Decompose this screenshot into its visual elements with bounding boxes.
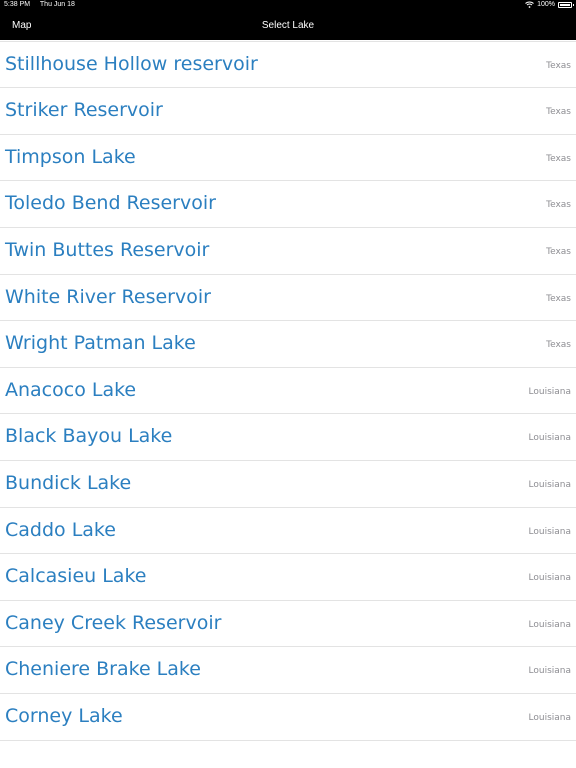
lake-name: Corney Lake (5, 704, 123, 727)
wifi-icon (525, 1, 534, 8)
battery-icon (558, 1, 574, 8)
lake-row[interactable]: Cheniere Brake Lake Louisiana (0, 647, 576, 694)
lake-state: Texas (546, 107, 571, 118)
lake-row[interactable]: Calcasieu Lake Louisiana (0, 554, 576, 601)
lake-row[interactable]: Black Bayou Lake Louisiana (0, 414, 576, 461)
lake-row[interactable]: Stillhouse Hollow reservoir Texas (0, 42, 576, 89)
lake-state: Louisiana (528, 479, 572, 490)
lake-row[interactable]: Toledo Bend Reservoir Texas (0, 181, 576, 228)
lake-state: Louisiana (528, 433, 572, 444)
lake-name: White River Reservoir (5, 285, 211, 308)
status-date: Thu Jun 18 (39, 1, 75, 8)
page-title: Select Lake (261, 20, 315, 31)
lake-name: Anacoco Lake (5, 378, 137, 401)
lake-name: Wright Patman Lake (5, 332, 196, 355)
status-bar: 5:38 PM Thu Jun 18 100% (0, 0, 576, 12)
lake-name: Twin Buttes Reservoir (5, 238, 210, 261)
lake-name: Bundick Lake (5, 471, 132, 494)
lake-name: Black Bayou Lake (5, 425, 173, 448)
lake-state: Texas (546, 200, 571, 211)
lake-name: Caddo Lake (5, 518, 116, 541)
lake-name: Striker Reservoir (5, 99, 163, 122)
lake-row[interactable]: Wright Patman Lake Texas (0, 321, 576, 368)
lake-row[interactable]: Striker Reservoir Texas (0, 88, 576, 135)
lake-state: Texas (546, 60, 571, 71)
lake-row[interactable]: Corney Lake Louisiana (0, 694, 576, 741)
lake-state: Louisiana (528, 526, 572, 537)
lake-name: Calcasieu Lake (5, 565, 147, 588)
lake-state: Louisiana (528, 712, 572, 723)
lake-list[interactable]: Sam Rayburn ReservoirTexasStillhouse Hol… (0, 0, 576, 741)
lake-state: Louisiana (528, 386, 572, 397)
lake-name: Cheniere Brake Lake (5, 658, 201, 681)
navigation-bar: Map Select Lake (0, 12, 576, 40)
lake-row[interactable]: Caney Creek Reservoir Louisiana (0, 601, 576, 648)
lake-state: Texas (546, 153, 571, 164)
lake-name: Caney Creek Reservoir (5, 611, 222, 634)
lake-state: Texas (546, 340, 571, 351)
lake-row[interactable]: Twin Buttes Reservoir Texas (0, 228, 576, 275)
lake-state: Louisiana (528, 573, 572, 584)
lake-state: Texas (546, 293, 571, 304)
lake-state: Texas (546, 246, 571, 257)
lake-state: Louisiana (528, 619, 572, 630)
battery-percentage: 100% (537, 1, 555, 8)
lake-row[interactable]: Caddo Lake Louisiana (0, 508, 576, 555)
lake-row[interactable]: White River Reservoir Texas (0, 275, 576, 322)
lake-name: Timpson Lake (5, 145, 136, 168)
lake-row[interactable]: Anacoco Lake Louisiana (0, 368, 576, 415)
lake-state: Louisiana (528, 666, 572, 677)
status-time: 5:38 PM (4, 1, 31, 8)
lake-name: Stillhouse Hollow reservoir (5, 52, 258, 75)
battery-level (560, 3, 570, 6)
lake-name: Toledo Bend Reservoir (5, 192, 216, 215)
lake-row[interactable]: Timpson Lake Texas (0, 135, 576, 182)
lake-row[interactable]: Bundick Lake Louisiana (0, 461, 576, 508)
